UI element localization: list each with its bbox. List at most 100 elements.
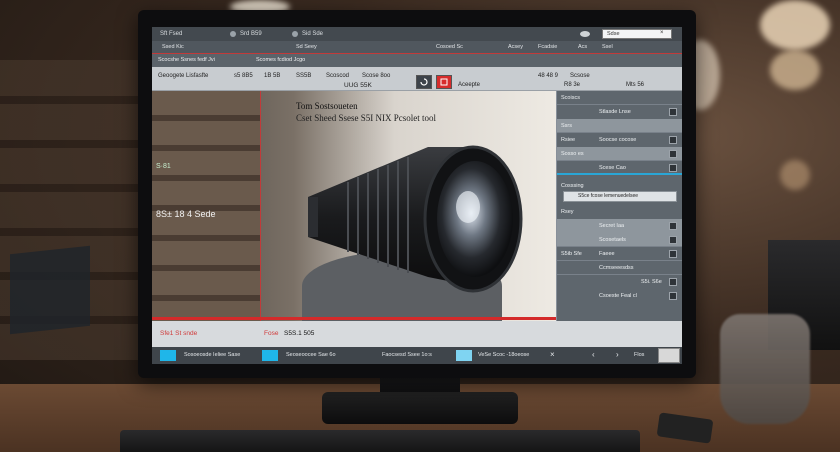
product-image-viewer[interactable]: Tom Sostsoueten Cset Sheed Ssese S5I NIX… xyxy=(152,91,556,321)
header-field: SS5B xyxy=(296,73,312,79)
price-caption: Fose xyxy=(264,330,279,337)
menu-item[interactable]: Acsey xyxy=(508,44,523,50)
panel-row-label: Rsiee xyxy=(561,137,576,143)
checkbox-icon[interactable] xyxy=(669,222,677,230)
header-field: 1B 5B xyxy=(264,73,281,79)
chevron-left-icon[interactable]: ‹ xyxy=(592,350,595,359)
panel-row: Ccmseeesdss xyxy=(557,261,682,275)
title-mid1: Srd B59 xyxy=(240,31,262,37)
price-label: UUG 55K xyxy=(344,82,372,89)
checkbox-icon[interactable] xyxy=(669,250,677,258)
viewer-background-shelf xyxy=(152,91,260,321)
header-field: s5 8B5 xyxy=(234,73,253,79)
panel-row[interactable]: Stlasde Lnse xyxy=(557,105,682,119)
camera-lens-image xyxy=(308,145,523,293)
status-bar: Sosoeosde Ieliee Sase Seoseoocee Sae 6o … xyxy=(152,347,682,364)
bottom-left-label: Sfe1 St snde xyxy=(160,330,198,337)
panel-row-value: S5i. S6e xyxy=(641,279,662,285)
viewer-label: 8S± 18 4 Sede xyxy=(156,209,216,219)
status-item[interactable]: VeSe Scoc -18oeose xyxy=(478,352,529,358)
panel-input-text: S5ce fcose lemenuedelsee xyxy=(578,193,639,199)
viewer-label: S·81 xyxy=(156,163,171,170)
price-bar: Sfe1 St snde Fose S5S.1 505 xyxy=(152,321,682,347)
title-left: Sft Fsed xyxy=(160,31,183,37)
mug xyxy=(720,314,810,424)
background-sign xyxy=(10,245,90,335)
panel-row-value: Scese Cao xyxy=(599,165,626,171)
search-input-text: Sdse xyxy=(607,31,620,37)
keyboard xyxy=(120,430,640,452)
status-item[interactable]: Sosoeosde Ieliee Sase xyxy=(184,352,240,358)
tile-icon[interactable] xyxy=(262,350,278,361)
panel-row-value: Secret Iaa xyxy=(599,223,625,229)
refresh-button[interactable] xyxy=(416,75,432,89)
record-button[interactable] xyxy=(436,75,452,89)
panel-row-label: Rsey xyxy=(561,209,574,215)
product-title: Tom Sostsoueten xyxy=(296,101,358,111)
product-subtitle: Cset Sheed Ssese S5I NIX Pcsolet tool xyxy=(296,113,436,123)
checkbox-icon[interactable] xyxy=(669,108,677,116)
page-title: Geoogete Lisfasfte xyxy=(158,73,209,79)
panel-row-value: Faeee xyxy=(599,251,615,257)
close-icon[interactable]: × xyxy=(550,350,555,359)
panel-row[interactable]: S5ib Sfe Faeee xyxy=(557,247,682,261)
checkbox-icon[interactable] xyxy=(669,236,677,244)
menu-item[interactable]: Fcadsie xyxy=(538,44,557,50)
menu-item[interactable]: Sd Seey xyxy=(296,44,317,50)
screen: Sft Fsed Srd B59 Sid Sde Sdse × Ssed Kic… xyxy=(152,27,682,364)
monitor: Sft Fsed Srd B59 Sid Sde Sdse × Ssed Kic… xyxy=(138,10,696,378)
panel-row: Rsey xyxy=(557,205,682,219)
progress-bar xyxy=(152,317,556,320)
panel-row-value: Soocse cocose xyxy=(599,137,637,143)
panel-row[interactable]: S5i. S6e xyxy=(557,275,682,289)
title-mid2: Sid Sde xyxy=(302,31,324,37)
header-field: Scsose xyxy=(570,73,590,79)
panel-row-label: Scoiscs xyxy=(561,95,580,101)
tile-icon[interactable] xyxy=(160,350,176,361)
record-icon xyxy=(440,78,448,86)
checkbox-icon[interactable] xyxy=(669,150,677,158)
panel-row[interactable]: Scese Cao xyxy=(557,161,682,175)
menu-item[interactable]: Cosoed Sc xyxy=(436,44,463,50)
bokeh-light xyxy=(760,0,830,50)
bokeh-light xyxy=(770,50,820,90)
monitor-stand-base xyxy=(322,392,518,424)
header-field: 48 48 9 xyxy=(538,73,559,79)
panel-row-label: S5ib Sfe xyxy=(561,251,582,257)
product-header: Geoogete Lisfasfte s5 8B5 1B 5B SS5B Sco… xyxy=(152,67,682,91)
price-value: S5S.1 505 xyxy=(284,330,315,337)
panel-row[interactable]: Rsiee Soocse cocose xyxy=(557,133,682,147)
header-col: Mts 56 xyxy=(626,82,645,88)
close-icon[interactable]: × xyxy=(660,30,664,36)
title-bar: Sft Fsed Srd B59 Sid Sde Sdse × xyxy=(152,27,682,41)
panel-row[interactable]: Scosetaels xyxy=(557,233,682,247)
panel-row[interactable]: Secret Iaa xyxy=(557,219,682,233)
header-col: R8 3e xyxy=(564,82,581,88)
toolbar-text: Scomes fcdiod Jcgo xyxy=(256,57,306,63)
checkbox-icon[interactable] xyxy=(669,164,677,172)
checkbox-icon[interactable] xyxy=(669,292,677,300)
status-item[interactable]: Flos xyxy=(634,352,644,358)
panel-row[interactable]: Csoeste Feal cl xyxy=(557,289,682,303)
toolbar-row: Scocshe Ssnes fedf Jvi Scomes fcdiod Jcg… xyxy=(152,54,682,67)
tile-icon[interactable] xyxy=(456,350,472,361)
checkbox-icon[interactable] xyxy=(669,278,677,286)
properties-panel: Scoiscs Stlasde Lnse Ssrs Rsiee Soocse c… xyxy=(556,91,682,321)
panel-input[interactable]: S5ce fcose lemenuedelsee xyxy=(563,191,677,202)
refresh-icon xyxy=(420,78,428,86)
toolbar-text: Scocshe Ssnes fedf Jvi xyxy=(158,57,215,63)
checkbox-icon[interactable] xyxy=(669,136,677,144)
status-item[interactable]: Seoseoocee Sae 6o xyxy=(286,352,336,358)
panel-row: Ssrs xyxy=(557,119,682,133)
panel-row: Sosso es xyxy=(557,147,682,161)
thumbnail-icon[interactable] xyxy=(658,348,680,363)
panel-row-value: Ccmseeesdss xyxy=(599,265,634,271)
menu-item[interactable]: Ssel xyxy=(602,44,613,50)
menu-item[interactable]: Ssed Kic xyxy=(162,44,184,50)
toggle-icon[interactable] xyxy=(580,31,590,37)
accept-button[interactable]: Aceepte xyxy=(458,82,480,88)
chevron-right-icon[interactable]: › xyxy=(616,350,619,359)
panel-row: Scoiscs xyxy=(557,91,682,105)
status-item[interactable]: Faocsesd Ssee 1o:s xyxy=(382,352,432,358)
menu-item[interactable]: Acs xyxy=(578,44,587,50)
